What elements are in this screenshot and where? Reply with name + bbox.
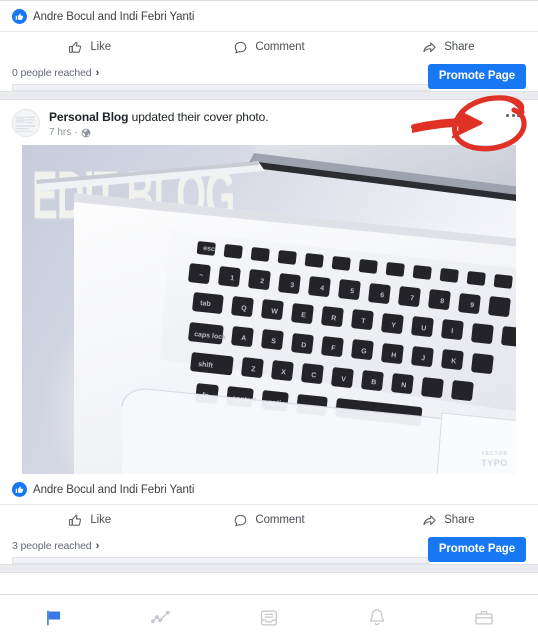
cover-photo-container[interactable]: EDIT BLOG esc ~ 1 2 3 4 5 6 7 8 9 tab Q …	[0, 145, 538, 474]
reach-count-label: 3 people reached	[12, 540, 92, 552]
post-insights-cover: 3 people reached › Promote Page	[0, 535, 538, 564]
thumbs-up-icon	[69, 41, 82, 53]
post-action-bar-cover: Like Comment Share	[0, 504, 538, 535]
comment-button-label: Comment	[255, 41, 305, 53]
chevron-right-icon: ›	[95, 540, 100, 552]
avatar-image	[13, 110, 39, 136]
svg-text:C: C	[311, 372, 317, 380]
post-header: Personal Blog updated their cover photo.…	[0, 100, 538, 145]
post-separator-bottom	[0, 564, 538, 573]
nav-inbox-tab[interactable]	[215, 595, 323, 640]
facebook-page-app: Andre Bocul and Indi Febri Yanti Like Co…	[0, 0, 538, 640]
svg-text:W: W	[271, 308, 279, 316]
laptop-illustration: esc ~ 1 2 3 4 5 6 7 8 9 tab Q W E R T Y …	[36, 145, 516, 474]
post-action-bar-top: Like Comment Share	[0, 31, 538, 62]
post-header-title: Personal Blog updated their cover photo.	[49, 110, 269, 125]
post-reactions-summary-2[interactable]: Andre Bocul and Indi Febri Yanti	[0, 474, 538, 504]
watermark-main: TYPO	[481, 458, 508, 468]
page-name-link[interactable]: Personal Blog	[49, 110, 128, 124]
inbox-tray-icon	[261, 609, 277, 626]
reactions-names: Andre Bocul and Indi Febri Yanti	[33, 10, 195, 23]
like-button[interactable]: Like	[0, 513, 179, 528]
svg-text:K: K	[451, 358, 457, 366]
post-timestamp[interactable]: 7 hrs	[49, 127, 71, 138]
svg-text:R: R	[331, 315, 337, 323]
comment-button[interactable]: Comment	[179, 513, 358, 528]
comment-button[interactable]: Comment	[179, 40, 358, 55]
nav-business-tab[interactable]	[430, 595, 538, 640]
post-separator	[0, 91, 538, 100]
post-insights-top: 0 people reached › Promote Page	[0, 62, 538, 91]
reach-count-label: 0 people reached	[12, 67, 92, 79]
post-reactions-summary[interactable]: Andre Bocul and Indi Febri Yanti	[0, 1, 538, 31]
nav-pages-tab[interactable]	[0, 595, 108, 640]
share-arrow-icon	[423, 41, 436, 52]
share-button-label: Share	[444, 514, 475, 526]
insights-line-chart-icon	[151, 610, 171, 623]
svg-text:~: ~	[199, 272, 204, 279]
svg-text:tab: tab	[200, 300, 211, 308]
promote-page-button[interactable]: Promote Page	[427, 64, 526, 89]
share-arrow-icon	[423, 514, 436, 525]
like-button[interactable]: Like	[0, 40, 179, 55]
cover-photo[interactable]: EDIT BLOG esc ~ 1 2 3 4 5 6 7 8 9 tab Q …	[22, 145, 516, 474]
like-thumbs-up-icon	[12, 482, 27, 497]
promote-page-button[interactable]: Promote Page	[427, 537, 526, 562]
bell-notifications-icon	[369, 608, 384, 625]
like-thumbs-up-icon	[12, 9, 27, 24]
photo-watermark: VECTOR TYPO	[481, 450, 508, 468]
reach-link[interactable]: 0 people reached ›	[12, 67, 99, 79]
nav-notifications-tab[interactable]	[323, 595, 431, 640]
comment-bubble-icon	[235, 514, 247, 526]
thumbs-up-icon	[69, 514, 82, 526]
reach-progress-bar	[12, 557, 430, 564]
comment-bubble-icon	[235, 41, 247, 53]
like-button-label: Like	[90, 514, 112, 526]
flag-pages-icon	[46, 610, 60, 625]
svg-text:N: N	[401, 382, 407, 390]
svg-text:H: H	[391, 352, 397, 360]
svg-text:U: U	[421, 325, 427, 333]
post-action-text: updated their cover photo.	[131, 110, 269, 124]
post-meta: 7 hrs ·	[49, 127, 268, 138]
chevron-right-icon: ›	[95, 67, 100, 79]
reach-progress-bar	[12, 84, 430, 91]
bottom-navigation-bar	[0, 594, 538, 640]
svg-text:esc: esc	[203, 245, 215, 253]
page-avatar[interactable]	[12, 109, 40, 137]
share-button[interactable]: Share	[359, 513, 538, 528]
share-button-label: Share	[444, 41, 475, 53]
reactions-names: Andre Bocul and Indi Febri Yanti	[33, 483, 195, 496]
svg-text:A: A	[241, 335, 247, 343]
svg-text:D: D	[301, 342, 307, 350]
svg-text:B: B	[371, 379, 377, 387]
nav-insights-tab[interactable]	[108, 595, 216, 640]
feed-scroll-area[interactable]: Andre Bocul and Indi Febri Yanti Like Co…	[0, 0, 538, 594]
like-button-label: Like	[90, 41, 112, 53]
comment-button-label: Comment	[255, 514, 305, 526]
globe-public-icon	[81, 128, 90, 137]
meta-separator: ·	[74, 127, 78, 138]
briefcase-business-icon	[475, 610, 493, 625]
more-options-icon[interactable]	[506, 114, 520, 117]
share-button[interactable]: Share	[359, 40, 538, 55]
reach-link[interactable]: 3 people reached ›	[12, 540, 99, 552]
post-card-cover-photo: Personal Blog updated their cover photo.…	[0, 100, 538, 564]
post-card-top: Andre Bocul and Indi Febri Yanti Like Co…	[0, 1, 538, 91]
